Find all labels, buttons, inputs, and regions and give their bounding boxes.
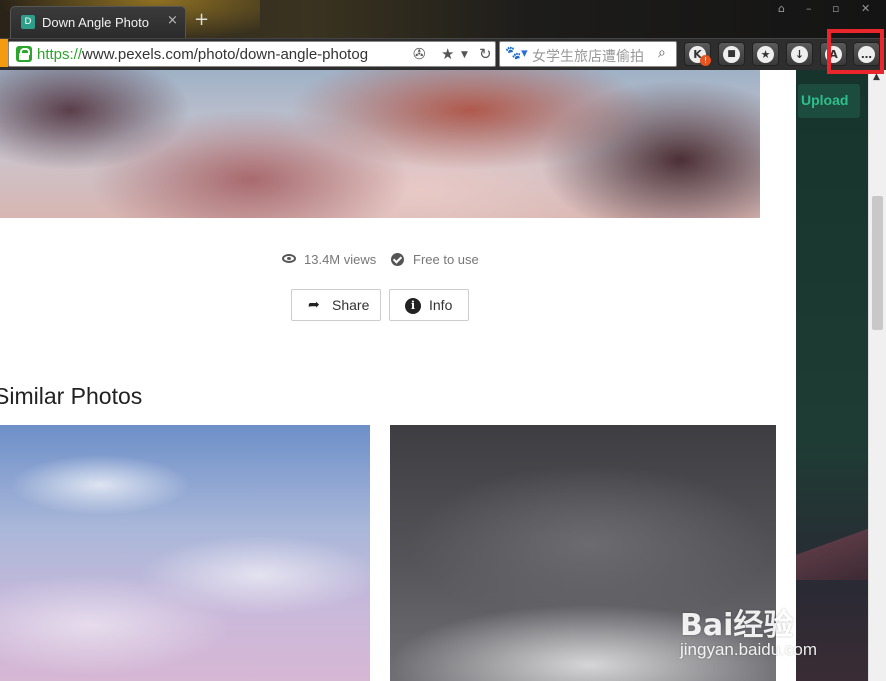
favorites-button[interactable]: ★ xyxy=(752,42,779,66)
close-window-button[interactable]: ✕ xyxy=(861,2,870,15)
upload-button[interactable]: Upload xyxy=(798,84,860,118)
paw-icon[interactable]: 🐾▾ xyxy=(505,46,528,61)
bookmark-star-icon[interactable]: ★ xyxy=(441,45,454,63)
maximize-button[interactable]: ▫ xyxy=(832,2,839,15)
mountain-silhouette xyxy=(796,520,868,580)
highlight-annotation xyxy=(827,29,884,74)
lock-button[interactable]: ■ xyxy=(718,42,745,66)
vertical-scrollbar[interactable]: ▲ xyxy=(868,70,886,681)
share-button[interactable]: ➦ Share xyxy=(291,289,381,321)
info-icon: i xyxy=(405,298,421,314)
views-count: 13.4M views xyxy=(304,252,377,267)
dropdown-arrow-icon[interactable]: ▼ xyxy=(461,50,468,60)
favicon-icon: D xyxy=(21,15,35,29)
check-circle-icon xyxy=(391,253,404,266)
upload-label: Upload xyxy=(801,92,849,108)
watermark-url: jingyan.baidu.com xyxy=(680,640,818,659)
page-content: 13.4M views Free to use ➦ Share i Info S… xyxy=(0,70,796,681)
search-box[interactable]: 🐾▾ 女学生旅店遭偷拍 ⌕ xyxy=(499,41,677,67)
search-input[interactable]: 女学生旅店遭偷拍 xyxy=(532,46,654,66)
header-overlay-strip xyxy=(796,70,868,681)
tab-title: Down Angle Photo xyxy=(42,15,149,30)
speed-dial-icon[interactable]: ✇ xyxy=(413,45,426,63)
address-text[interactable]: https://www.pexels.com/photo/down-angle-… xyxy=(37,46,415,63)
tab-bar: D Down Angle Photo × + ⌂ – ▫ ✕ xyxy=(0,0,886,42)
tab-close-icon[interactable]: × xyxy=(167,13,178,28)
reload-icon[interactable]: ↻ xyxy=(479,45,492,63)
tab-down-angle-photo[interactable]: D Down Angle Photo × xyxy=(10,6,186,38)
download-icon: ↓ xyxy=(791,46,808,63)
secure-lock-icon xyxy=(16,46,32,62)
toolbar-accent xyxy=(0,39,8,67)
share-label: Share xyxy=(332,297,370,313)
main-photo[interactable] xyxy=(0,70,760,218)
similar-photo-1[interactable] xyxy=(0,425,370,681)
alert-badge: ! xyxy=(700,55,711,66)
similar-photos-heading: Similar Photos xyxy=(0,383,143,409)
browser-window: D Down Angle Photo × + ⌂ – ▫ ✕ https://w… xyxy=(0,0,886,681)
baidu-watermark: Bai经验 jingyan.baidu.com xyxy=(680,600,840,670)
k-extension-button[interactable]: K ! xyxy=(684,42,711,66)
search-icon[interactable]: ⌕ xyxy=(658,45,666,61)
scroll-thumb[interactable] xyxy=(872,196,883,330)
eye-icon xyxy=(282,254,296,263)
share-icon: ➦ xyxy=(308,297,320,313)
info-button[interactable]: i Info xyxy=(389,289,469,321)
address-bar[interactable]: https://www.pexels.com/photo/down-angle-… xyxy=(8,41,496,67)
info-label: Info xyxy=(429,297,453,313)
star-icon: ★ xyxy=(757,46,774,63)
navigation-toolbar: https://www.pexels.com/photo/down-angle-… xyxy=(0,38,886,70)
url-scheme: https:// xyxy=(37,46,83,63)
license-text: Free to use xyxy=(413,252,479,267)
lock-icon: ■ xyxy=(723,46,740,63)
home-icon[interactable]: ⌂ xyxy=(778,2,785,15)
download-button[interactable]: ↓ xyxy=(786,42,813,66)
watermark-logo: Bai经验 xyxy=(680,608,794,643)
minimize-button[interactable]: – xyxy=(806,2,812,15)
url-path: www.pexels.com/photo/down-angle-photog xyxy=(82,46,369,63)
new-tab-button[interactable]: + xyxy=(194,10,209,30)
